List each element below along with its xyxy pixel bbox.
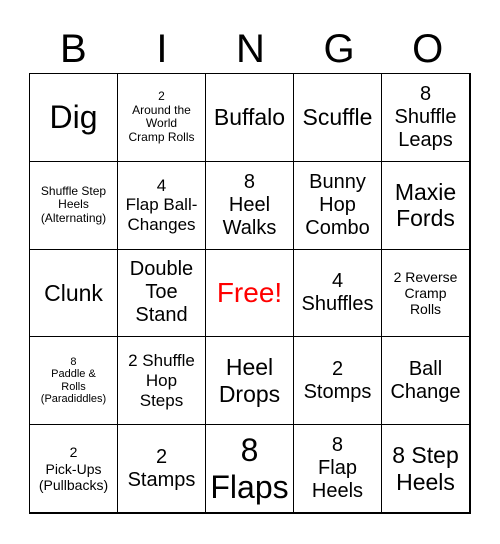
bingo-cell[interactable]: 8 Paddle & Rolls (Paradiddles) bbox=[29, 336, 118, 426]
header-letter-g: G bbox=[323, 27, 355, 71]
bingo-cell[interactable]: 8 Shuffle Leaps bbox=[381, 73, 470, 162]
bingo-cell[interactable]: 2 Reverse Cramp Rolls bbox=[381, 248, 470, 338]
bingo-cell[interactable]: Shuffle Step Heels (Alternating) bbox=[29, 160, 118, 250]
bingo-cell[interactable]: 2 Pick-Ups (Pullbacks) bbox=[29, 424, 118, 513]
header-letter-n: N bbox=[236, 27, 265, 71]
bingo-cell[interactable]: Double Toe Stand bbox=[117, 248, 206, 338]
bingo-cell[interactable]: Buffalo bbox=[205, 73, 294, 162]
bingo-cell[interactable]: Scuffle bbox=[293, 73, 382, 162]
bingo-header: B I N G O bbox=[29, 24, 472, 74]
bingo-cell[interactable]: 2 Stamps bbox=[117, 424, 206, 513]
bingo-cell[interactable]: Ball Change bbox=[381, 336, 470, 426]
bingo-cell[interactable]: 8 Heel Walks bbox=[205, 160, 294, 250]
bingo-cell[interactable]: Heel Drops bbox=[205, 336, 294, 426]
bingo-cell[interactable]: Maxie Fords bbox=[381, 160, 470, 250]
bingo-cell[interactable]: 4 Flap Ball- Changes bbox=[117, 160, 206, 250]
bingo-cell[interactable]: 4 Shuffles bbox=[293, 248, 382, 338]
bingo-cell[interactable]: Clunk bbox=[29, 248, 118, 338]
header-letter-i: I bbox=[156, 27, 168, 71]
bingo-cell[interactable]: 2 Shuffle Hop Steps bbox=[117, 336, 206, 426]
bingo-cell[interactable]: Dig bbox=[29, 73, 118, 162]
bingo-cell[interactable]: 8 Flaps bbox=[205, 424, 294, 513]
bingo-card-grid: Dig 2 Around the World Cramp Rolls Buffalo… bbox=[29, 73, 471, 514]
bingo-cell[interactable]: 8 Step Heels bbox=[381, 424, 470, 513]
bingo-cell[interactable]: 2 Stomps bbox=[293, 336, 382, 426]
header-letter-b: B bbox=[59, 27, 87, 71]
free-space-cell[interactable]: Free! bbox=[205, 248, 294, 338]
bingo-cell[interactable]: 2 Around the World Cramp Rolls bbox=[117, 73, 206, 162]
header-letter-o: O bbox=[412, 27, 444, 71]
bingo-cell[interactable]: Bunny Hop Combo bbox=[293, 160, 382, 250]
bingo-cell[interactable]: 8 Flap Heels bbox=[293, 424, 382, 513]
